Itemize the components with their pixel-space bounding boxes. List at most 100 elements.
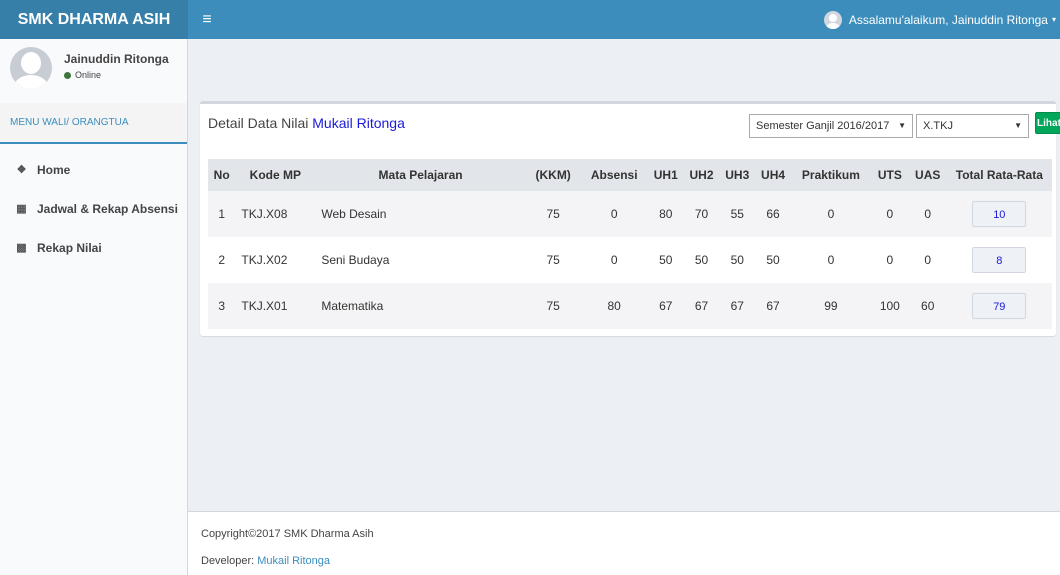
cell-uas: 60 — [908, 283, 947, 329]
table-row: 2 TKJ.X02 Seni Budaya 75 0 50 50 50 50 0… — [208, 237, 1052, 283]
col-header: Praktikum — [790, 159, 871, 191]
col-header: UH1 — [647, 159, 684, 191]
grades-table: No Kode MP Mata Pelajaran (KKM) Absensi … — [208, 159, 1052, 329]
cell-uh2: 70 — [683, 191, 720, 237]
menu-toggle-icon[interactable]: ≡ — [194, 0, 220, 39]
cell-uh4: 66 — [755, 191, 791, 237]
home-icon: ❖ — [16, 164, 27, 176]
box-title: Detail Data Nilai Mukail Ritonga — [208, 115, 405, 131]
total-badge[interactable]: 8 — [972, 247, 1027, 273]
footer: Copyright©2017 SMK Dharma Asih Developer… — [188, 511, 1060, 575]
col-header: Total Rata-Rata — [946, 159, 1052, 191]
class-select[interactable]: X.TKJ ▼ — [916, 114, 1029, 138]
cell-uas: 0 — [908, 191, 947, 237]
cell-praktikum: 99 — [790, 283, 871, 329]
col-header: Mata Pelajaran — [315, 159, 526, 191]
sidebar-item-label: Jadwal & Rekap Absensi — [37, 201, 178, 216]
col-header: UH4 — [755, 159, 791, 191]
col-header: UAS — [908, 159, 947, 191]
sidebar-item-label: Rekap Nilai — [37, 240, 102, 255]
cell-uts: 0 — [870, 191, 909, 237]
cell-no: 3 — [208, 283, 236, 329]
cell-uh3: 50 — [719, 237, 756, 283]
col-header: (KKM) — [525, 159, 581, 191]
cell-kkm: 75 — [525, 191, 581, 237]
col-header: UH2 — [683, 159, 720, 191]
cell-uh3: 67 — [719, 283, 756, 329]
lihat-button[interactable]: Lihat — [1035, 112, 1060, 134]
avatar — [10, 47, 52, 89]
online-dot-icon — [64, 71, 71, 79]
cell-total: 8 — [946, 237, 1052, 283]
sidebar-item-jadwal[interactable]: ▦ Jadwal & Rekap Absensi — [0, 189, 187, 228]
cell-kode: TKJ.X08 — [235, 191, 316, 237]
cell-no: 1 — [208, 191, 236, 237]
class-value: X.TKJ — [923, 120, 953, 132]
cell-uh1: 80 — [647, 191, 684, 237]
copyright-text: Copyright©2017 SMK Dharma Asih — [201, 528, 374, 540]
cell-mapel: Web Desain — [315, 191, 526, 237]
status-online: Online — [64, 70, 101, 80]
cell-total: 10 — [946, 191, 1052, 237]
grades-box: Detail Data Nilai Mukail Ritonga Semeste… — [200, 101, 1060, 336]
top-navbar: SMK DHARMA ASIH ≡ Assalamu'alaikum, Jain… — [0, 0, 1060, 39]
cell-uh4: 50 — [755, 237, 791, 283]
cell-absensi: 80 — [580, 283, 648, 329]
cell-uh1: 67 — [647, 283, 684, 329]
sidebar-user-name: Jainuddin Ritonga — [64, 52, 169, 66]
sidebar-menu: ❖ Home ▦ Jadwal & Rekap Absensi ▩ Rekap … — [0, 144, 187, 267]
user-greeting: Assalamu'alaikum, Jainuddin Ritonga — [848, 12, 1048, 27]
cell-uh3: 55 — [719, 191, 756, 237]
calendar-icon: ▦ — [16, 203, 27, 215]
cell-uas: 0 — [908, 237, 947, 283]
total-badge[interactable]: 79 — [972, 293, 1027, 319]
cell-mapel: Seni Budaya — [315, 237, 526, 283]
cell-absensi: 0 — [580, 237, 648, 283]
cell-mapel: Matematika — [315, 283, 526, 329]
col-header: UTS — [870, 159, 909, 191]
cell-no: 2 — [208, 237, 236, 283]
cell-kkm: 75 — [525, 237, 581, 283]
cell-absensi: 0 — [580, 191, 648, 237]
cell-uh2: 67 — [683, 283, 720, 329]
cell-praktikum: 0 — [790, 237, 871, 283]
cell-uh4: 67 — [755, 283, 791, 329]
cell-kode: TKJ.X02 — [235, 237, 316, 283]
table-header-row: No Kode MP Mata Pelajaran (KKM) Absensi … — [208, 159, 1052, 191]
status-label: Online — [75, 70, 102, 80]
title-prefix: Detail Data Nilai — [208, 115, 313, 131]
semester-value: Semester Ganjil 2016/2017 — [756, 120, 890, 132]
col-header: Kode MP — [235, 159, 316, 191]
user-avatar-icon — [823, 10, 842, 29]
cell-kode: TKJ.X01 — [235, 283, 316, 329]
col-header: UH3 — [719, 159, 756, 191]
total-badge[interactable]: 10 — [972, 201, 1027, 227]
user-menu[interactable]: Assalamu'alaikum, Jainuddin Ritonga ▾ — [823, 0, 1056, 39]
developer-link[interactable]: Mukail Ritonga — [257, 555, 330, 567]
caret-down-icon: ▾ — [1051, 15, 1056, 24]
grid-icon: ▩ — [16, 242, 27, 254]
cell-total: 79 — [946, 283, 1052, 329]
student-name: Mukail Ritonga — [312, 115, 405, 131]
cell-praktikum: 0 — [790, 191, 871, 237]
sidebar-item-rekap-nilai[interactable]: ▩ Rekap Nilai — [0, 228, 187, 267]
cell-uts: 0 — [870, 237, 909, 283]
cell-uh1: 50 — [647, 237, 684, 283]
col-header: No — [208, 159, 236, 191]
table-row: 1 TKJ.X08 Web Desain 75 0 80 70 55 66 0 … — [208, 191, 1052, 237]
table-row: 3 TKJ.X01 Matematika 75 80 67 67 67 67 9… — [208, 283, 1052, 329]
chevron-down-icon: ▼ — [898, 121, 906, 130]
cell-uh2: 50 — [683, 237, 720, 283]
sidebar-item-home[interactable]: ❖ Home — [0, 150, 187, 189]
sidebar: Jainuddin Ritonga Online MENU WALI/ ORAN… — [0, 39, 188, 575]
chevron-down-icon: ▼ — [1014, 121, 1022, 130]
developer-line: Developer: Mukail Ritonga — [201, 555, 330, 567]
semester-select[interactable]: Semester Ganjil 2016/2017 ▼ — [749, 114, 913, 138]
col-header: Absensi — [580, 159, 648, 191]
sidebar-item-label: Home — [37, 162, 71, 177]
cell-uts: 100 — [870, 283, 909, 329]
app-logo[interactable]: SMK DHARMA ASIH — [0, 0, 188, 39]
menu-header: MENU WALI/ ORANGTUA — [0, 103, 187, 144]
developer-label: Developer: — [201, 555, 258, 567]
user-panel: Jainuddin Ritonga Online — [0, 39, 187, 103]
